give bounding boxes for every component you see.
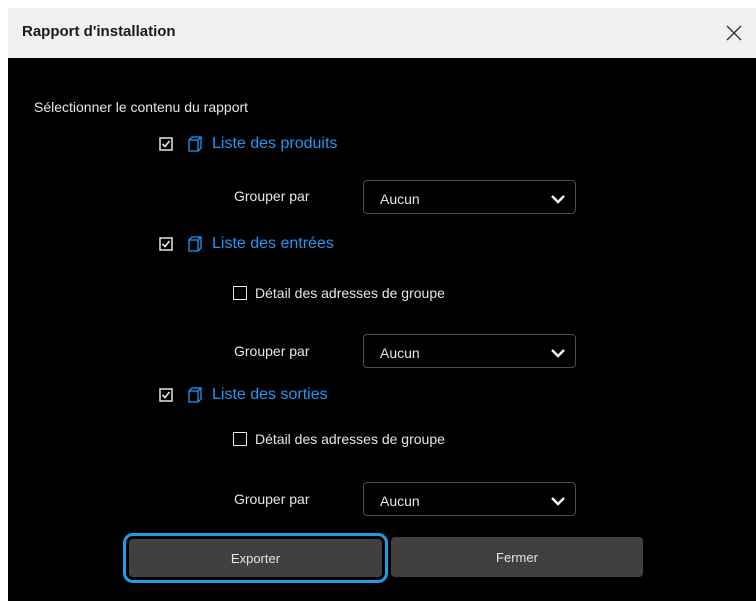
cube-icon: [186, 135, 204, 153]
chevron-down-icon: [551, 192, 565, 204]
dialog-title: Rapport d'installation: [22, 23, 176, 40]
products-group-label: Grouper par: [234, 188, 310, 204]
dialog-titlebar: Rapport d'installation: [8, 8, 756, 58]
products-label[interactable]: Liste des produits: [212, 135, 337, 153]
outputs-group-value: Aucun: [380, 493, 420, 509]
products-checkbox[interactable]: [158, 136, 174, 152]
section-outputs: Liste des sorties: [158, 383, 328, 407]
outputs-detail-checkbox[interactable]: Détail des adresses de groupe: [233, 429, 445, 449]
dialog-content: Sélectionner le contenu du rapport Liste…: [8, 58, 756, 601]
products-group-select[interactable]: Aucun: [363, 180, 576, 214]
chevron-down-icon: [551, 494, 565, 506]
close-button[interactable]: Fermer: [391, 537, 643, 577]
outputs-group-label: Grouper par: [234, 491, 310, 507]
close-icon[interactable]: [712, 8, 756, 58]
inputs-group-value: Aucun: [380, 345, 420, 361]
inputs-label[interactable]: Liste des entrées: [212, 235, 334, 253]
checkbox-box: [233, 286, 247, 300]
checkbox-box: [233, 432, 247, 446]
inputs-detail-label: Détail des adresses de groupe: [255, 285, 445, 301]
outputs-detail-label: Détail des adresses de groupe: [255, 431, 445, 447]
inputs-detail-checkbox[interactable]: Détail des adresses de groupe: [233, 283, 445, 303]
cube-icon: [186, 235, 204, 253]
section-inputs: Liste des entrées: [158, 232, 334, 256]
cube-icon: [186, 386, 204, 404]
outputs-group-select[interactable]: Aucun: [363, 482, 576, 516]
outputs-checkbox[interactable]: [158, 387, 174, 403]
products-group-value: Aucun: [380, 191, 420, 207]
report-content-label: Sélectionner le contenu du rapport: [34, 99, 249, 115]
export-button[interactable]: Exporter: [129, 539, 382, 577]
inputs-checkbox[interactable]: [158, 236, 174, 252]
chevron-down-icon: [551, 346, 565, 358]
inputs-group-select[interactable]: Aucun: [363, 334, 576, 368]
installation-report-dialog: Rapport d'installation Sélectionner le c…: [8, 8, 756, 601]
section-products: Liste des produits: [158, 132, 337, 156]
outputs-label[interactable]: Liste des sorties: [212, 386, 328, 404]
inputs-group-label: Grouper par: [234, 343, 310, 359]
